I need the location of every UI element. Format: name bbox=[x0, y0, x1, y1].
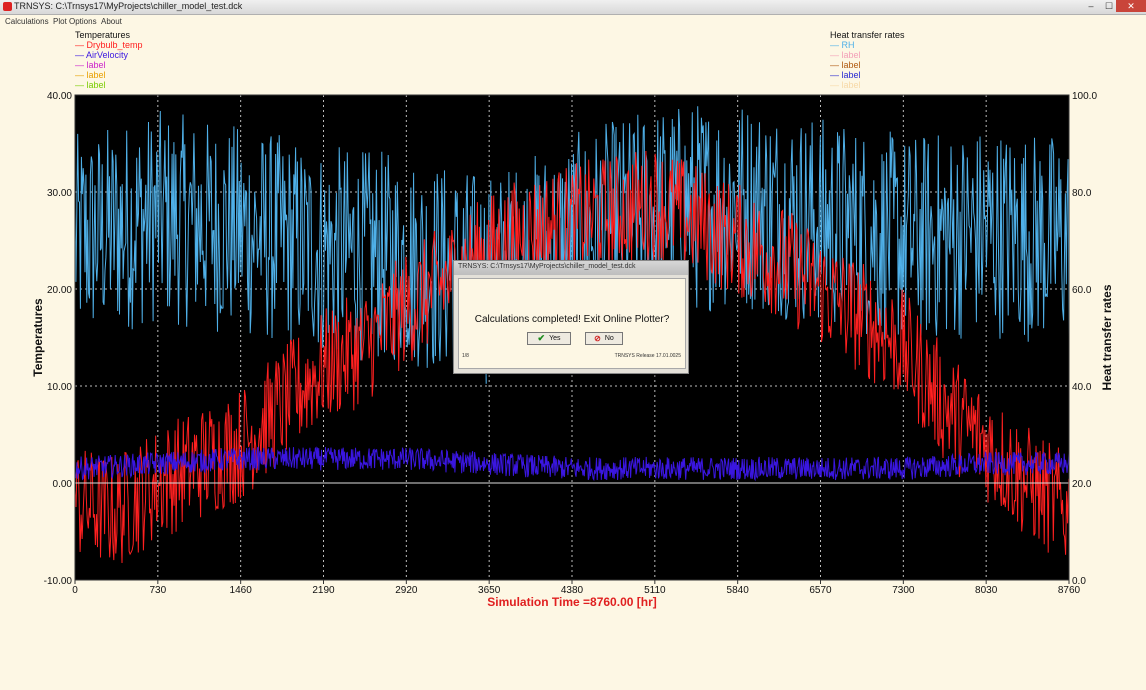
x-axis-label: Simulation Time =8760.00 [hr] bbox=[487, 595, 657, 609]
x-tick-label: 0 bbox=[72, 585, 78, 596]
y-left-tick-label: 20.00 bbox=[47, 285, 72, 296]
dialog-body: Calculations completed! Exit Online Plot… bbox=[458, 278, 686, 369]
x-tick-label: 2190 bbox=[312, 585, 335, 596]
y-left-tick-label: 10.00 bbox=[47, 382, 72, 393]
x-tick-label: 730 bbox=[149, 585, 166, 596]
dialog-footer-right: TRNSYS Release 17.01.0025 bbox=[614, 353, 681, 359]
y-left-tick-label: 40.00 bbox=[47, 91, 72, 102]
yes-button[interactable]: ✔ Yes bbox=[527, 332, 571, 345]
x-tick-label: 1460 bbox=[230, 585, 253, 596]
y-left-tick-label: 30.00 bbox=[47, 188, 72, 199]
x-tick-label: 6570 bbox=[809, 585, 832, 596]
dialog-footer-left: 1/8 bbox=[462, 353, 469, 359]
y-right-tick-label: 0.0 bbox=[1072, 576, 1086, 587]
x-tick-label: 7300 bbox=[892, 585, 915, 596]
y-right-tick-label: 20.0 bbox=[1072, 479, 1092, 490]
x-tick-label: 5840 bbox=[727, 585, 750, 596]
y-left-tick-label: -10.00 bbox=[44, 576, 73, 587]
y-left-tick-label: 0.00 bbox=[53, 479, 73, 490]
y-right-tick-label: 40.0 bbox=[1072, 382, 1092, 393]
y-axis-label-left: Temperatures bbox=[31, 298, 45, 377]
dialog-title: TRNSYS: C:\Trnsys17\MyProjects\chiller_m… bbox=[454, 261, 688, 275]
x-tick-label: 8030 bbox=[975, 585, 998, 596]
y-right-tick-label: 100.0 bbox=[1072, 91, 1097, 102]
dialog-message: Calculations completed! Exit Online Plot… bbox=[474, 314, 670, 325]
y-right-tick-label: 60.0 bbox=[1072, 285, 1092, 296]
exit-plotter-dialog: TRNSYS: C:\Trnsys17\MyProjects\chiller_m… bbox=[453, 260, 689, 374]
checkmark-icon: ✔ bbox=[537, 333, 546, 343]
x-tick-label: 2920 bbox=[395, 585, 418, 596]
no-button[interactable]: ⊘ No bbox=[585, 332, 623, 345]
y-axis-label-right: Heat transfer rates bbox=[1100, 284, 1114, 390]
no-icon: ⊘ bbox=[594, 334, 601, 343]
y-right-tick-label: 80.0 bbox=[1072, 188, 1092, 199]
